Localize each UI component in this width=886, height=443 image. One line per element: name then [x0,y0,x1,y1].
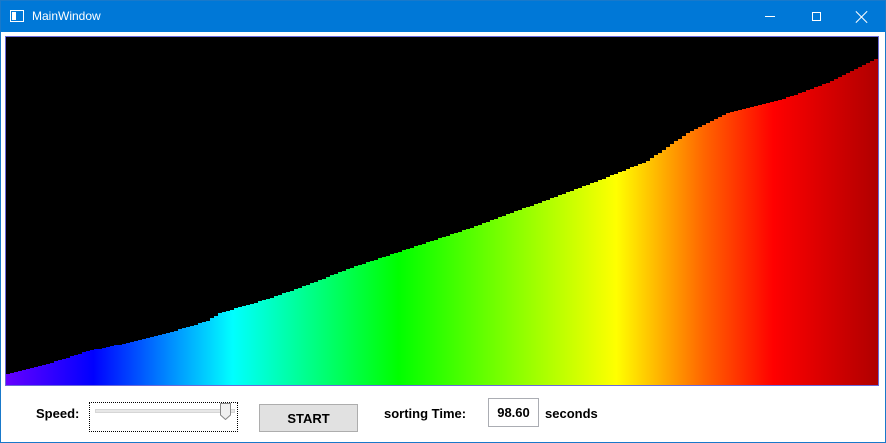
minimize-button[interactable] [747,1,793,32]
close-icon [856,11,868,23]
speed-slider[interactable] [89,402,238,432]
speed-label: Speed: [36,406,80,421]
title-bar[interactable]: MainWindow [1,1,885,32]
sorted-bars-area [6,57,878,385]
maximize-button[interactable] [793,1,839,32]
seconds-label: seconds [545,406,598,421]
sorting-time-label: sorting Time: [384,406,467,421]
slider-thumb[interactable] [220,403,232,420]
app-window-icon [10,10,24,22]
sorting-time-field[interactable]: 98.60 [488,398,539,427]
minimize-icon [765,16,775,17]
window-title: MainWindow [32,9,101,23]
sort-visualization-canvas [5,36,879,386]
close-button[interactable] [839,1,885,32]
maximize-icon [811,12,821,21]
slider-track[interactable] [95,409,235,413]
start-button[interactable]: START [259,404,358,432]
sort-bars-svg [6,57,878,385]
